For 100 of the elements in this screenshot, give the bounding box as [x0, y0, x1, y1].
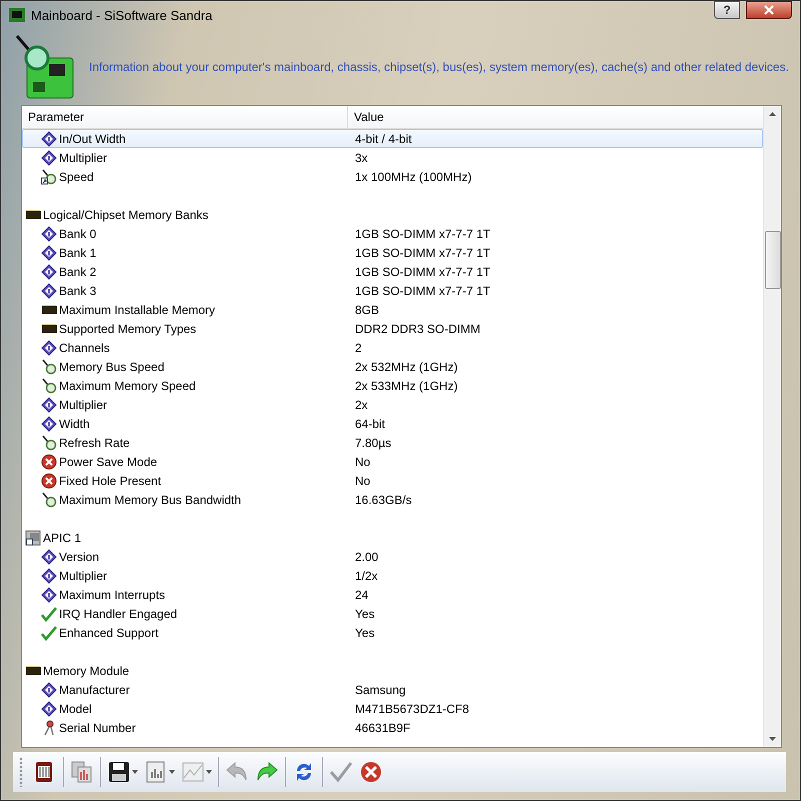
- value-text: 1/2x: [354, 568, 378, 582]
- parameter-label: In/Out Width: [59, 132, 126, 146]
- cross-circle-icon: [41, 472, 57, 488]
- value-text: 3x: [354, 150, 368, 164]
- parameter-label: Version: [59, 550, 100, 564]
- help-button[interactable]: ?: [714, 1, 740, 19]
- table-row[interactable]: Refresh Rate 7.80µs: [22, 433, 763, 452]
- parameter-label: Bank 2: [59, 264, 96, 278]
- parameter-label: Multiplier: [59, 568, 108, 582]
- magnifier-icon: [41, 358, 57, 374]
- value-text: 2: [354, 340, 362, 354]
- value-text: 1GB SO-DIMM x7-7-7 1T: [354, 264, 490, 278]
- diamond-info-icon: [41, 700, 57, 716]
- group-label: Memory Module: [43, 664, 130, 678]
- value-text: 8GB: [354, 302, 380, 316]
- diamond-info-icon: [41, 282, 57, 298]
- value-text: 16.63GB/s: [354, 492, 412, 506]
- parameter-label: Maximum Memory Speed: [59, 378, 196, 392]
- parameter-label: Fixed Hole Present: [59, 474, 162, 488]
- table-row[interactable]: Bank 0 1GB SO-DIMM x7-7-7 1T: [22, 224, 763, 243]
- value-text: 1GB SO-DIMM x7-7-7 1T: [354, 226, 490, 240]
- value-text: 46631B9F: [354, 720, 410, 734]
- magnifier-icon: [41, 492, 57, 508]
- table-row[interactable]: Bank 1 1GB SO-DIMM x7-7-7 1T: [22, 243, 763, 262]
- parameter-label: Serial Number: [59, 720, 136, 734]
- diamond-info-icon: [41, 568, 57, 584]
- value-text: DDR2 DDR3 SO-DIMM: [354, 322, 480, 336]
- check-icon: [41, 624, 57, 640]
- table-row[interactable]: Multiplier 2x: [22, 395, 763, 414]
- table-row[interactable]: Width 64-bit: [22, 414, 763, 433]
- window-title: Mainboard - SiSoftware Sandra: [31, 8, 214, 22]
- table-row[interactable]: Model M471B5673DZ1-CF8: [22, 699, 763, 718]
- module-icon: [36, 762, 52, 782]
- scroll-thumb[interactable]: [765, 231, 781, 289]
- parameter-label: Speed: [59, 170, 94, 184]
- table-row[interactable]: Speed 1x 100MHz (100MHz): [22, 167, 763, 186]
- parameter-label: Multiplier: [59, 398, 108, 412]
- magnifier-icon: [41, 168, 57, 184]
- window-icon: [25, 530, 41, 546]
- diamond-info-icon: [41, 396, 57, 412]
- scrollbar[interactable]: [763, 106, 781, 747]
- table-row[interactable]: Version 2.00: [22, 547, 763, 566]
- table-row[interactable]: Power Save Mode No: [22, 452, 763, 471]
- table-row[interactable]: Maximum Memory Bus Bandwidth 16.63GB/s: [22, 490, 763, 509]
- check-icon: [41, 606, 57, 622]
- value-text: Yes: [354, 626, 375, 640]
- table-row[interactable]: Multiplier 3x: [22, 148, 763, 167]
- magnifier-icon: [41, 378, 57, 394]
- table-row[interactable]: Maximum Interrupts 24: [22, 585, 763, 604]
- parameter-label: Enhanced Support: [59, 626, 158, 640]
- value-text: 1GB SO-DIMM x7-7-7 1T: [354, 284, 490, 298]
- group-label: APIC 1: [43, 530, 82, 544]
- table-row[interactable]: In/Out Width 4-bit / 4-bit: [22, 129, 763, 148]
- column-header[interactable]: Parameter: [22, 106, 348, 128]
- forward-arrow-icon: [258, 762, 278, 780]
- parameter-label: Multiplier: [59, 150, 108, 164]
- board-icon: [9, 8, 25, 22]
- table-row[interactable]: Serial Number 46631B9F: [22, 718, 763, 737]
- column-header[interactable]: Value: [348, 106, 384, 128]
- value-text: 2.00: [354, 550, 378, 564]
- diamond-info-icon: [41, 340, 57, 356]
- table-row[interactable]: Fixed Hole Present No: [22, 471, 763, 490]
- parameter-label: Power Save Mode: [59, 454, 158, 468]
- diamond-info-icon: [41, 264, 57, 280]
- diamond-info-icon: [41, 682, 57, 698]
- cross-circle-icon: [41, 454, 57, 470]
- table-row[interactable]: IRQ Handler Engaged Yes: [22, 604, 763, 623]
- refresh-icon: [297, 763, 311, 781]
- value-text: No: [354, 474, 370, 488]
- table-row[interactable]: Memory Bus Speed 2x 532MHz (1GHz): [22, 357, 763, 376]
- value-text: 1GB SO-DIMM x7-7-7 1T: [354, 246, 490, 260]
- table-row[interactable]: Enhanced Support Yes: [22, 623, 763, 642]
- parameter-label: Manufacturer: [59, 682, 130, 696]
- parameter-label: Maximum Interrupts: [59, 588, 166, 602]
- parameter-label: Bank 0: [59, 226, 96, 240]
- close-button[interactable]: [746, 1, 792, 19]
- back-arrow-icon: [226, 762, 246, 780]
- diamond-info-icon: [41, 548, 57, 564]
- table-row[interactable]: Maximum Installable Memory 8GB: [22, 300, 763, 319]
- diamond-info-icon: [41, 416, 57, 432]
- magnifier-icon: [41, 434, 57, 450]
- table-row[interactable]: Bank 2 1GB SO-DIMM x7-7-7 1T: [22, 262, 763, 281]
- parameter-label: Supported Memory Types: [59, 322, 196, 336]
- table-row[interactable]: Bank 3 1GB SO-DIMM x7-7-7 1T: [22, 281, 763, 300]
- report-icon: [146, 762, 164, 782]
- bar-chart-pages-icon: [72, 762, 92, 782]
- table-row[interactable]: Multiplier 1/2x: [22, 566, 763, 585]
- value-text: 1x 100MHz (100MHz): [354, 170, 472, 184]
- diamond-info-icon: [41, 226, 57, 242]
- value-text: 24: [354, 588, 368, 602]
- description-text: Information about your computer's mainboard, chassis, chipset(s), bus(es), system memory(es), cache(s) and other related devices.: [89, 60, 789, 74]
- value-text: M471B5673DZ1-CF8: [354, 702, 470, 716]
- table-row[interactable]: Channels 2: [22, 338, 763, 357]
- table-row[interactable]: Supported Memory Types DDR2 DDR3 SO-DIMM: [22, 319, 763, 338]
- parameter-label: Width: [59, 416, 90, 430]
- diamond-info-icon: [41, 244, 57, 260]
- table-row[interactable]: Manufacturer Samsung: [22, 680, 763, 699]
- line-chart-icon: [182, 762, 204, 782]
- parameter-label: Maximum Memory Bus Bandwidth: [59, 492, 242, 506]
- table-row[interactable]: Maximum Memory Speed 2x 533MHz (1GHz): [22, 376, 763, 395]
